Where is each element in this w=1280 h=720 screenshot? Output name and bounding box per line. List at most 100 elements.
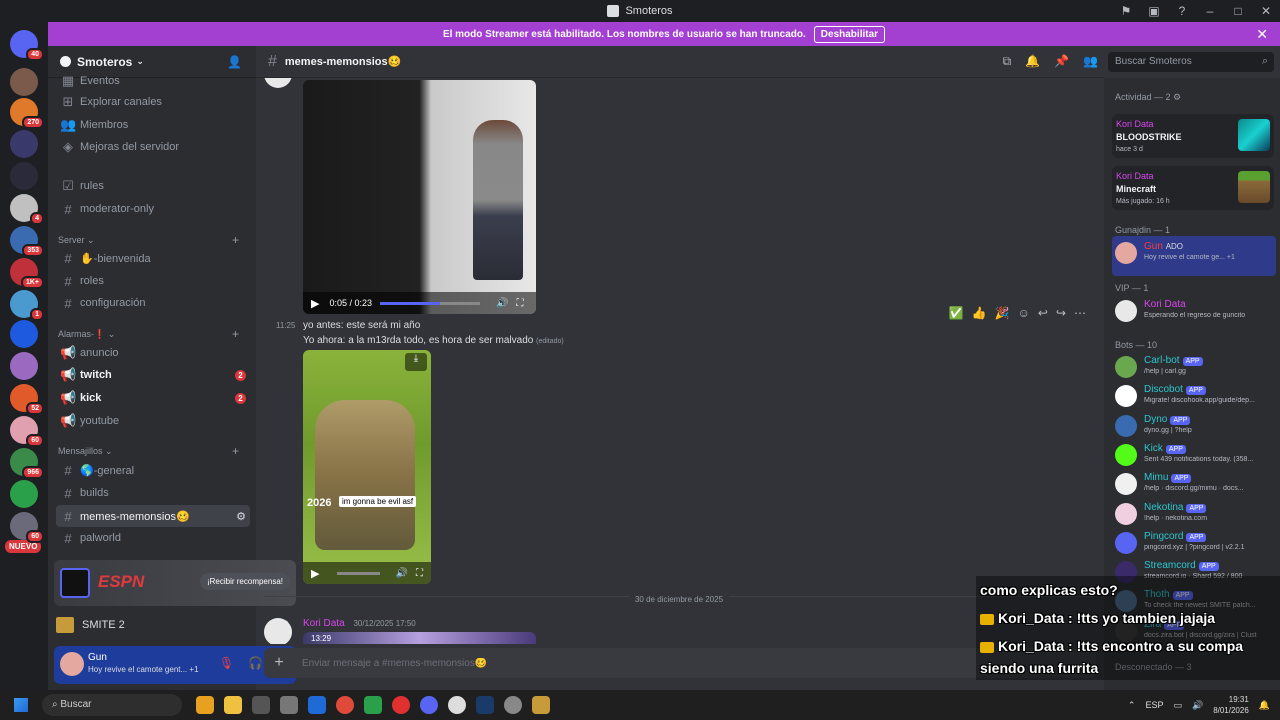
channel-rules[interactable]: ☑ rules [56, 175, 250, 197]
server-icon[interactable]: 4 [10, 194, 44, 225]
play-icon[interactable]: ▶ [311, 297, 319, 310]
server-icon[interactable]: 60 [10, 416, 44, 447]
volume-icon[interactable]: 🔊 [1192, 700, 1203, 711]
channel-youtube[interactable]: 📢 youtube [56, 410, 250, 432]
channel-configuracion[interactable]: # configuración [56, 292, 250, 314]
channel-twitch[interactable]: 📢 twitch 2 [56, 364, 250, 386]
threads-icon[interactable]: ⧉ [1003, 54, 1012, 69]
member-item[interactable]: Gun ADO Hoy revive el camote ge... +1 [1112, 236, 1276, 276]
channel-palworld[interactable]: # palworld [56, 527, 250, 549]
media-icon[interactable] [392, 696, 410, 714]
member-item[interactable]: Kori Data Esperando el regreso de guncit… [1112, 294, 1276, 334]
category-alarmas[interactable]: Alarmas-❗ ⌄ + [58, 327, 239, 341]
channel-memes-memonsios[interactable]: # memes-memonsios🥴 ⚙ [56, 505, 250, 527]
maximize-button[interactable]: □ [1224, 4, 1252, 18]
server-icon[interactable] [10, 320, 38, 348]
chevron-up-icon[interactable]: ⌃ [1128, 700, 1136, 711]
check-reaction-icon[interactable]: ✅ [949, 306, 964, 320]
network-icon[interactable]: ▭ [1173, 700, 1182, 711]
headphones-icon[interactable]: 🎧 [248, 656, 263, 670]
video-attachment[interactable]: ▶ 0:05 / 0:23 🔊 ⛶ [303, 80, 536, 314]
windows-start-icon[interactable] [14, 698, 28, 712]
editor-icon[interactable] [308, 696, 326, 714]
folder-icon[interactable] [224, 696, 242, 714]
server-icon[interactable] [10, 68, 38, 96]
avatar[interactable] [264, 618, 292, 644]
mute-icon[interactable]: 🎙 [219, 656, 234, 670]
add-channel-icon[interactable]: + [232, 327, 239, 341]
server-icon[interactable]: 40 [10, 30, 44, 61]
server-icon[interactable]: 270 [10, 98, 44, 129]
author-name[interactable]: Kori Data [303, 618, 345, 629]
volume-icon[interactable]: 🔊 [396, 568, 408, 579]
fullscreen-icon[interactable]: ⛶ [516, 298, 523, 309]
minecraft-icon[interactable] [364, 696, 382, 714]
server-icon[interactable] [10, 130, 38, 158]
sidebar-item-eventos[interactable]: ▦ Eventos [56, 70, 250, 92]
avatar[interactable] [264, 78, 292, 88]
channel-roles[interactable]: # roles [56, 270, 250, 292]
video-attachment[interactable]: 2026 im gonna be evil asf ⤓ ▶ 🔊 ⛶ [303, 350, 431, 584]
video-attachment[interactable]: 13:29 [303, 632, 536, 644]
server-icon[interactable]: 966 [10, 448, 44, 479]
channel-general[interactable]: # 🌎-general [56, 459, 250, 481]
gear-icon[interactable]: ⚙ [1173, 92, 1181, 102]
server-icon[interactable] [10, 480, 38, 508]
server-icon[interactable] [10, 162, 38, 190]
activity-card[interactable]: Kori Data Minecraft Más jugado: 16 h [1112, 166, 1274, 210]
clock[interactable]: 19:31 8/01/2026 [1213, 694, 1249, 716]
add-channel-icon[interactable]: + [232, 444, 239, 458]
more-icon[interactable]: ⋯ [1074, 306, 1086, 320]
server-icon[interactable]: 353 [10, 226, 44, 257]
fullscreen-icon[interactable]: ⛶ [416, 568, 423, 579]
server-icon[interactable]: 52 [10, 384, 44, 415]
discord-icon[interactable] [420, 696, 438, 714]
close-banner-icon[interactable]: ✕ [1256, 26, 1268, 43]
channel-builds[interactable]: # builds [56, 482, 250, 504]
notification-icon[interactable]: 🔔 [1259, 700, 1270, 711]
reply-icon[interactable]: ↩ [1038, 306, 1048, 320]
disable-streamer-button[interactable]: Deshabilitar [813, 25, 886, 43]
server-icon[interactable]: 1 [10, 290, 44, 321]
sidebar-item-mejoras[interactable]: ◈ Mejoras del servidor [56, 136, 250, 158]
server-icon[interactable]: 1K+ [10, 258, 44, 289]
keyboard-language[interactable]: ESP [1145, 700, 1163, 710]
video-progress[interactable] [337, 571, 380, 575]
activity-card[interactable]: Kori Data BLOODSTRIKE hace 3 d [1112, 114, 1274, 158]
video-progress[interactable] [380, 301, 481, 305]
forward-icon[interactable]: ↪ [1056, 306, 1066, 320]
user-panel[interactable]: Gun Hoy revive el camote gent... +1 🎙 🎧 … [54, 646, 296, 684]
screen-icon[interactable]: ▣ [1140, 4, 1168, 18]
channel-anuncio[interactable]: 📢 anuncio [56, 342, 250, 364]
app-icon[interactable] [504, 696, 522, 714]
invite-icon[interactable]: 👤 [227, 55, 242, 69]
store-icon[interactable] [252, 696, 270, 714]
thumbs-reaction-icon[interactable]: 👍 [972, 306, 987, 320]
channel-moderator-only[interactable]: # moderator-only [56, 198, 250, 220]
taskbar-search[interactable]: ⌕ Buscar [42, 694, 182, 716]
avatar[interactable] [60, 652, 84, 676]
add-attachment-icon[interactable]: + [264, 654, 294, 672]
bell-icon[interactable]: 🔔 [1025, 54, 1040, 69]
add-reaction-icon[interactable]: ☺ [1018, 306, 1030, 320]
steam-icon[interactable] [476, 696, 494, 714]
inbox-icon[interactable]: ⚑ [1112, 4, 1140, 18]
copilot-icon[interactable] [196, 696, 214, 714]
close-window-button[interactable]: ✕ [1252, 4, 1280, 18]
message-input[interactable] [302, 657, 902, 669]
chrome-icon[interactable] [336, 696, 354, 714]
smite-icon[interactable] [532, 696, 550, 714]
gear-icon[interactable]: ⚙ [236, 510, 246, 523]
app-icon[interactable] [280, 696, 298, 714]
channel-bienvenida[interactable]: # ✋-bienvenida [56, 247, 250, 269]
obs-icon[interactable] [448, 696, 466, 714]
channel-kick[interactable]: 📢 kick 2 [56, 387, 250, 409]
category-mensajillos[interactable]: Mensajillos ⌄ + [58, 444, 239, 458]
server-icon[interactable] [10, 352, 38, 380]
minimize-button[interactable]: – [1196, 4, 1224, 18]
download-icon[interactable]: ⤓ [405, 353, 427, 371]
search-input[interactable]: Buscar Smoteros ⌕ [1108, 52, 1274, 72]
party-reaction-icon[interactable]: 🎉 [995, 306, 1010, 320]
help-icon[interactable]: ? [1168, 4, 1196, 18]
add-channel-icon[interactable]: + [232, 233, 239, 247]
